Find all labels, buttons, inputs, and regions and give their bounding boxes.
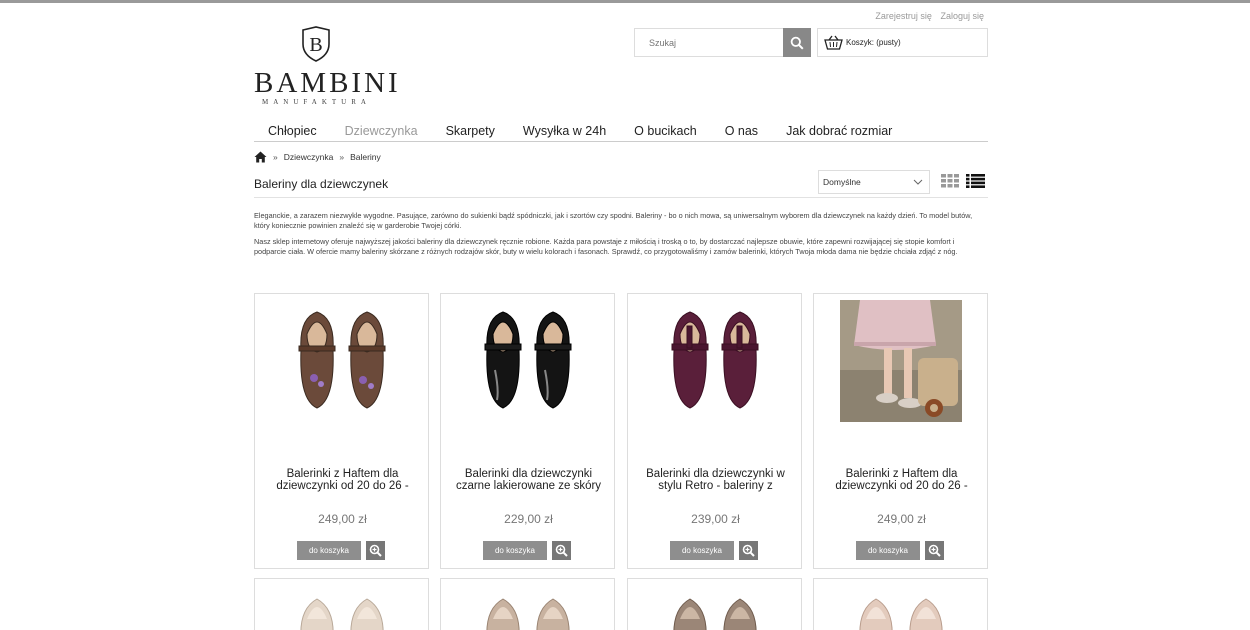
logo[interactable]: B BAMBINI MANUFAKTURA bbox=[254, 26, 398, 108]
page-container: Zarejestruj się Zaloguj się B BAMBINI MA… bbox=[254, 0, 988, 630]
grid-view-icon[interactable] bbox=[941, 174, 959, 188]
product-image[interactable] bbox=[840, 300, 962, 422]
product-card[interactable] bbox=[440, 578, 615, 630]
logo-shield-icon: B bbox=[302, 26, 330, 62]
nav-item-o-nas[interactable]: O nas bbox=[711, 122, 772, 141]
nav-item-o-bucikach[interactable]: O bucikach bbox=[620, 122, 711, 141]
product-image[interactable] bbox=[255, 579, 429, 630]
product-image[interactable] bbox=[281, 300, 403, 422]
login-link[interactable]: Zaloguj się bbox=[940, 11, 984, 21]
product-image[interactable] bbox=[628, 579, 802, 630]
quick-view-button[interactable] bbox=[925, 541, 944, 560]
nav-item-chlopiec[interactable]: Chłopiec bbox=[254, 122, 331, 141]
cart-button[interactable]: Koszyk: (pusty) bbox=[817, 28, 988, 57]
product-price: 249,00 zł bbox=[877, 512, 926, 526]
basket-icon bbox=[824, 35, 843, 50]
user-links: Zarejestruj się Zaloguj się bbox=[869, 11, 984, 21]
title-divider bbox=[254, 197, 988, 198]
search-input[interactable] bbox=[635, 29, 783, 56]
product-name[interactable]: Balerinki z Haftem dla dziewczynki od 20… bbox=[824, 468, 979, 492]
category-description: Eleganckie, a zarazem niezwykle wygodne.… bbox=[254, 211, 988, 263]
description-paragraph: Eleganckie, a zarazem niezwykle wygodne.… bbox=[254, 211, 973, 230]
page-title: Baleriny dla dziewczynek bbox=[254, 177, 389, 191]
product-card[interactable] bbox=[254, 578, 429, 630]
home-icon[interactable] bbox=[254, 151, 267, 163]
product-card[interactable]: Balerinki z Haftem dla dziewczynki od 20… bbox=[813, 293, 988, 569]
breadcrumb: » Dziewczynka » Baleriny bbox=[254, 151, 381, 163]
product-name[interactable]: Balerinki dla dziewczynki czarne lakiero… bbox=[451, 468, 606, 492]
cart-label: Koszyk: (pusty) bbox=[846, 38, 901, 47]
sort-selected-value: Domyślne bbox=[823, 177, 861, 187]
add-to-cart-button[interactable]: do koszyka bbox=[483, 541, 547, 560]
search-button[interactable] bbox=[783, 28, 811, 57]
nav-item-rozmiar[interactable]: Jak dobrać rozmiar bbox=[772, 122, 906, 141]
chevron-down-icon bbox=[913, 179, 923, 185]
product-image[interactable] bbox=[654, 300, 776, 422]
product-name[interactable]: Balerinki z Haftem dla dziewczynki od 20… bbox=[265, 468, 420, 492]
product-card[interactable]: Balerinki z Haftem dla dziewczynki od 20… bbox=[254, 293, 429, 569]
list-view-icon[interactable] bbox=[966, 174, 985, 188]
product-image[interactable] bbox=[441, 579, 615, 630]
zoom-in-icon bbox=[928, 544, 941, 557]
zoom-in-icon bbox=[369, 544, 382, 557]
quick-view-button[interactable] bbox=[552, 541, 571, 560]
product-price: 229,00 zł bbox=[504, 512, 553, 526]
logo-text: BAMBINI bbox=[254, 67, 401, 99]
breadcrumb-separator: » bbox=[339, 152, 345, 162]
sort-select[interactable]: Domyślne bbox=[818, 170, 930, 194]
product-card[interactable]: Balerinki dla dziewczynki czarne lakiero… bbox=[440, 293, 615, 569]
nav-item-wysylka[interactable]: Wysyłka w 24h bbox=[509, 122, 620, 141]
product-price: 239,00 zł bbox=[691, 512, 740, 526]
breadcrumb-item[interactable]: Dziewczynka bbox=[284, 152, 334, 162]
product-card[interactable] bbox=[627, 578, 802, 630]
product-card[interactable]: Balerinki dla dziewczynki w stylu Retro … bbox=[627, 293, 802, 569]
shoe-right bbox=[534, 311, 572, 409]
product-name[interactable]: Balerinki dla dziewczynki w stylu Retro … bbox=[638, 468, 793, 492]
shoe-left bbox=[298, 311, 336, 409]
quick-view-button[interactable] bbox=[739, 541, 758, 560]
add-to-cart-button[interactable]: do koszyka bbox=[670, 541, 734, 560]
logo-subtext: MANUFAKTURA bbox=[262, 98, 371, 106]
main-nav: Chłopiec Dziewczynka Skarpety Wysyłka w … bbox=[254, 122, 988, 142]
search-box bbox=[634, 28, 783, 57]
breadcrumb-item: Baleriny bbox=[350, 152, 381, 162]
shoe-right bbox=[721, 311, 759, 409]
add-to-cart-button[interactable]: do koszyka bbox=[297, 541, 361, 560]
product-image[interactable] bbox=[467, 300, 589, 422]
register-link[interactable]: Zarejestruj się bbox=[875, 11, 932, 21]
logo-monogram: B bbox=[309, 34, 322, 56]
zoom-in-icon bbox=[742, 544, 755, 557]
add-to-cart-button[interactable]: do koszyka bbox=[856, 541, 920, 560]
shoe-left bbox=[484, 311, 522, 409]
quick-view-button[interactable] bbox=[366, 541, 385, 560]
zoom-in-icon bbox=[555, 544, 568, 557]
product-card[interactable] bbox=[813, 578, 988, 630]
shoe-left bbox=[671, 311, 709, 409]
nav-item-skarpety[interactable]: Skarpety bbox=[432, 122, 509, 141]
description-paragraph: Nasz sklep internetowy oferuje najwyższe… bbox=[254, 237, 958, 256]
breadcrumb-separator: » bbox=[273, 152, 278, 162]
search-icon bbox=[790, 36, 804, 50]
product-image[interactable] bbox=[814, 579, 988, 630]
nav-item-dziewczynka[interactable]: Dziewczynka bbox=[331, 122, 432, 141]
shoe-right bbox=[348, 311, 386, 409]
product-price: 249,00 zł bbox=[318, 512, 367, 526]
